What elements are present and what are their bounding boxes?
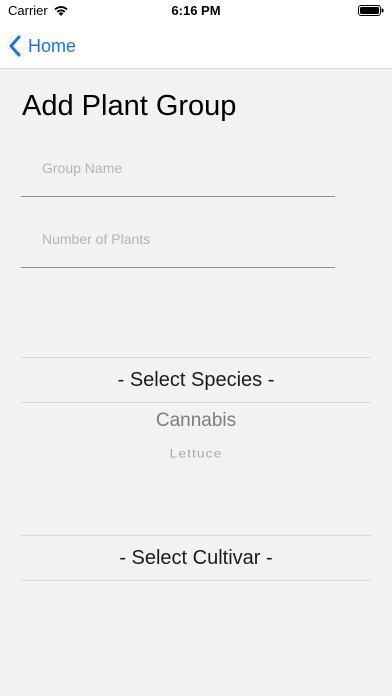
navigation-bar: Home — [0, 24, 392, 69]
species-picker[interactable]: - Select Species - — [21, 357, 371, 403]
back-button[interactable]: Home — [8, 32, 76, 60]
plant-count-field — [21, 217, 335, 268]
cultivar-picker[interactable]: - Select Cultivar - — [21, 535, 371, 581]
clock: 6:16 PM — [171, 3, 221, 18]
group-name-input[interactable] — [42, 146, 322, 190]
species-option-cannabis[interactable]: Cannabis — [21, 410, 371, 432]
battery-icon — [358, 5, 384, 16]
cultivar-picker-label: - Select Cultivar - — [119, 546, 273, 569]
back-button-label: Home — [28, 35, 77, 56]
page-title: Add Plant Group — [22, 90, 237, 122]
plant-count-input[interactable] — [42, 217, 322, 261]
species-option-lettuce[interactable]: Lettuce — [21, 446, 371, 460]
group-name-field — [21, 146, 335, 197]
chevron-left-icon — [9, 35, 21, 57]
status-bar: Carrier 6:16 PM — [0, 0, 392, 24]
species-picker-label: - Select Species - — [117, 368, 275, 391]
